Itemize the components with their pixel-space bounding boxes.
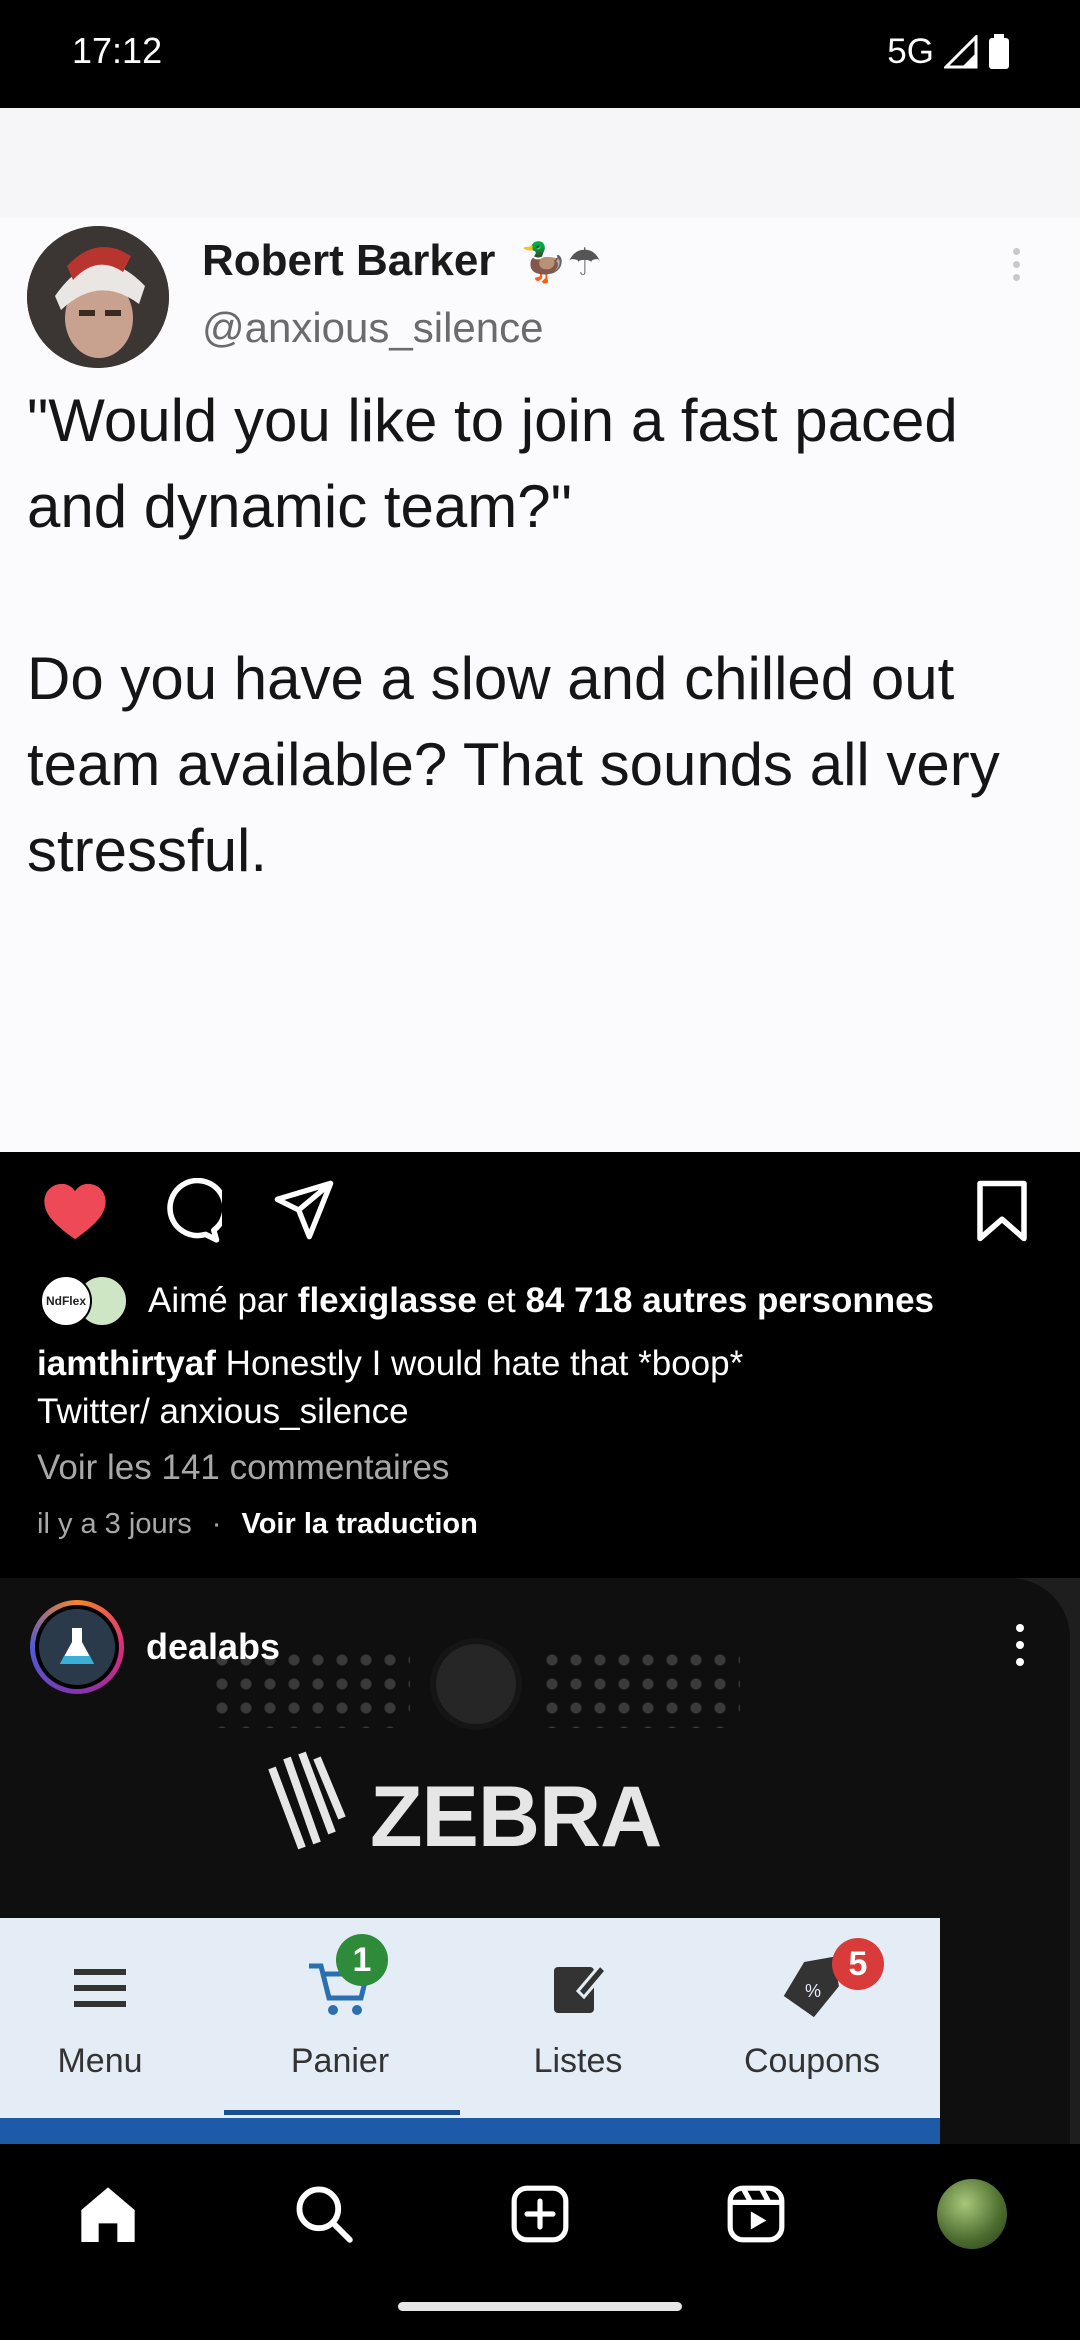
post-time-ago: il y a 3 jours bbox=[37, 1508, 192, 1540]
speaker-grille-right bbox=[540, 1648, 740, 1728]
likes-summary[interactable]: NdFlex Aimé par flexiglasse et 84 718 au… bbox=[40, 1275, 934, 1327]
screen-tab-label: Listes bbox=[533, 2042, 623, 2080]
zebra-brand: ZEBRA bbox=[370, 1769, 662, 1865]
post2-header: dealabs bbox=[30, 1600, 280, 1694]
search-icon bbox=[296, 2186, 353, 2243]
liker-avatar-1: NdFlex bbox=[40, 1275, 92, 1327]
tweet-text-line1: "Would you like to join a fast paced and… bbox=[27, 387, 958, 540]
nav-home[interactable] bbox=[68, 2174, 148, 2254]
send-icon bbox=[274, 1180, 334, 1240]
signal-icon bbox=[944, 35, 978, 69]
dealabs-logo-icon bbox=[60, 1628, 94, 1664]
tweet-name-emoji: 🦆☂ bbox=[520, 242, 602, 284]
heart-filled-icon bbox=[44, 1183, 106, 1240]
tweet-text-line2: Do you have a slow and chilled out team … bbox=[27, 645, 1000, 884]
screen-bottom-bar bbox=[0, 2118, 940, 2144]
svg-text:%: % bbox=[805, 1981, 821, 2001]
liker-avatars: NdFlex bbox=[40, 1275, 130, 1327]
nav-reels[interactable] bbox=[716, 2174, 796, 2254]
nav-create[interactable] bbox=[500, 2174, 580, 2254]
save-button[interactable] bbox=[972, 1178, 1042, 1248]
tweet-author-handle: @anxious_silence bbox=[202, 304, 544, 351]
home-icon bbox=[81, 2187, 135, 2242]
comment-icon bbox=[167, 1177, 228, 1243]
tweet-avatar bbox=[27, 226, 169, 368]
dealabs-avatar bbox=[39, 1609, 115, 1685]
create-icon bbox=[511, 2185, 569, 2243]
list-edit-icon bbox=[554, 1962, 608, 2013]
screen-tab-label: Panier bbox=[290, 2042, 390, 2080]
cart-badge: 1 bbox=[336, 1934, 388, 1986]
screen-tab-listes: Listes bbox=[478, 1948, 678, 2081]
home-indicator[interactable] bbox=[398, 2302, 682, 2311]
coupon-badge: 5 bbox=[832, 1938, 884, 1990]
status-icons: 5G bbox=[887, 32, 1010, 72]
likes-joiner: et bbox=[486, 1281, 516, 1320]
like-button[interactable] bbox=[40, 1178, 110, 1248]
status-bar: 17:12 5G bbox=[0, 0, 1080, 108]
screen-tab-label: Coupons bbox=[743, 2042, 881, 2080]
device-screen: Menu Panier 1 Listes % Coupons 5 bbox=[0, 1918, 940, 2144]
screen-tab-underline bbox=[224, 2110, 460, 2115]
caption-username[interactable]: iamthirtyaf bbox=[37, 1344, 216, 1383]
meta-dot: · bbox=[211, 1508, 222, 1540]
post-image[interactable]: Robert Barker 🦆☂ @anxious_silence "Would… bbox=[0, 108, 1080, 1152]
hamburger-icon bbox=[74, 1969, 126, 2007]
share-button[interactable] bbox=[272, 1178, 342, 1248]
caption-text: Honestly I would hate that *boop* bbox=[225, 1344, 744, 1383]
nav-profile[interactable] bbox=[932, 2174, 1012, 2254]
reels-icon bbox=[727, 2185, 785, 2243]
post-caption: iamthirtyaf Honestly I would hate that *… bbox=[37, 1340, 1037, 1436]
screen-tab-menu: Menu bbox=[0, 1948, 200, 2081]
tweet-author-name: Robert Barker bbox=[202, 236, 496, 285]
likes-prefix: Aimé par bbox=[148, 1281, 289, 1320]
caption-line2: Twitter/ anxious_silence bbox=[37, 1392, 409, 1431]
post-actions bbox=[0, 1160, 1080, 1260]
screen-tab-label: Menu bbox=[57, 2042, 143, 2080]
profile-avatar bbox=[937, 2179, 1007, 2249]
phone-camera bbox=[430, 1638, 522, 1730]
status-time: 17:12 bbox=[72, 30, 163, 71]
post-meta: il y a 3 jours · Voir la traduction bbox=[37, 1508, 478, 1541]
tweet-more-icon bbox=[1013, 248, 1023, 288]
liker-username[interactable]: flexiglasse bbox=[298, 1281, 477, 1321]
post2-more-icon[interactable] bbox=[1016, 1624, 1028, 1672]
view-comments-link[interactable]: Voir les 141 commentaires bbox=[37, 1448, 449, 1488]
comment-button[interactable] bbox=[156, 1177, 228, 1248]
network-type: 5G bbox=[887, 32, 934, 71]
image-top-band bbox=[0, 108, 1080, 218]
nav-search[interactable] bbox=[284, 2174, 364, 2254]
story-ring[interactable] bbox=[30, 1600, 124, 1694]
zebra-logo-mark bbox=[268, 1751, 346, 1850]
post2-username[interactable]: dealabs bbox=[146, 1626, 280, 1668]
likes-others[interactable]: 84 718 autres personnes bbox=[525, 1281, 934, 1321]
battery-icon bbox=[989, 34, 1009, 69]
see-translation-link[interactable]: Voir la traduction bbox=[242, 1508, 478, 1540]
bookmark-icon bbox=[977, 1180, 1027, 1242]
tweet-text: "Would you like to join a fast paced and… bbox=[27, 378, 1047, 894]
